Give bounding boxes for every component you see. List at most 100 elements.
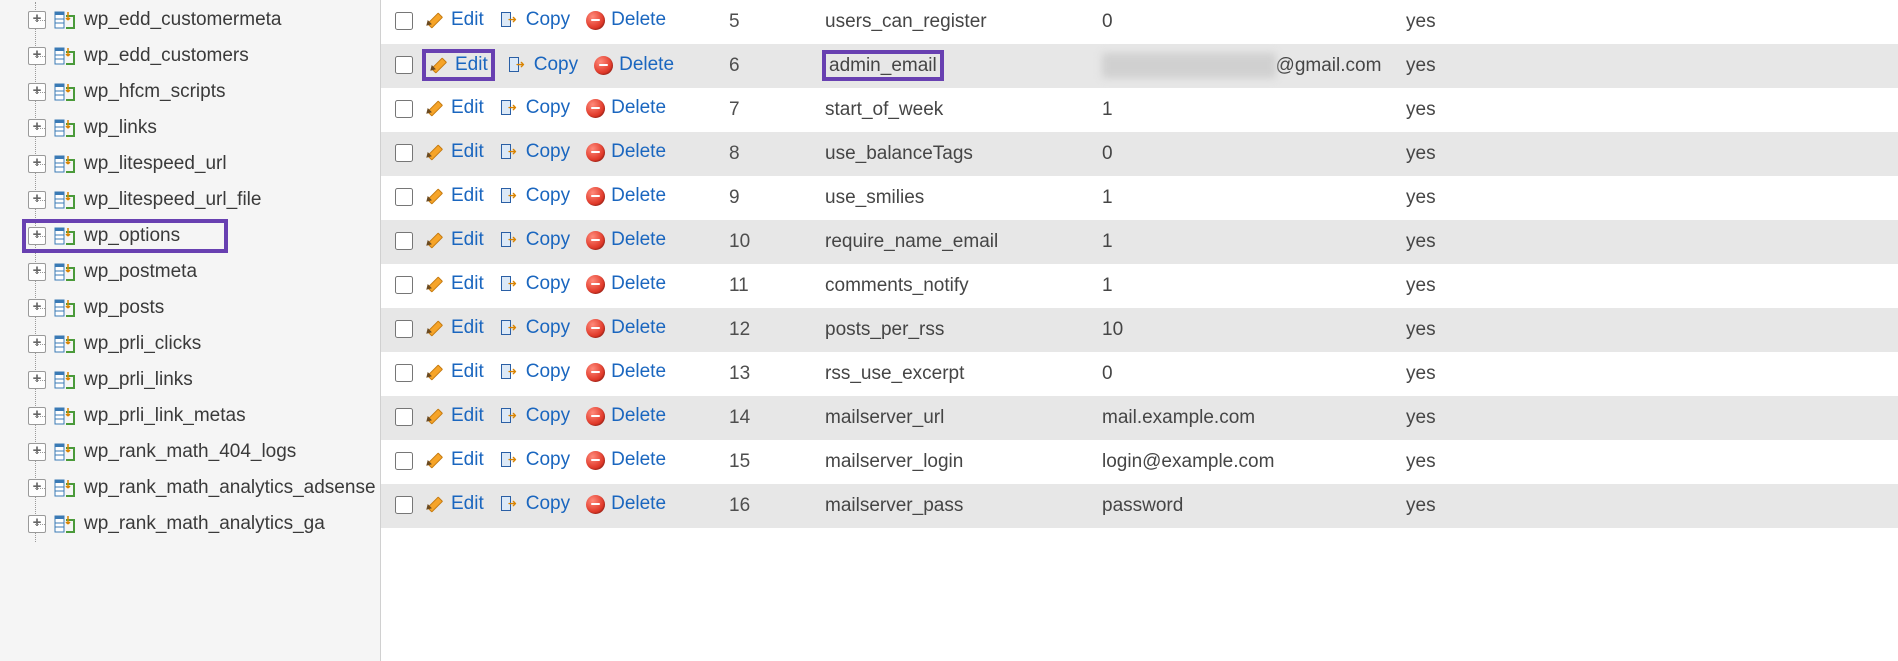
row-checkbox[interactable] (395, 12, 413, 30)
table-name-label: wp_links (84, 117, 157, 139)
copy-button[interactable]: Copy (500, 9, 570, 31)
edit-button[interactable]: Edit (425, 97, 484, 119)
edit-button-label: Edit (451, 9, 484, 31)
table-name-label: wp_posts (84, 297, 164, 319)
row-checkbox[interactable] (395, 56, 413, 74)
copy-icon (500, 406, 520, 426)
delete-button[interactable]: Delete (586, 185, 666, 207)
delete-button[interactable]: Delete (594, 54, 674, 76)
copy-button[interactable]: Copy (500, 141, 570, 163)
row-checkbox[interactable] (395, 320, 413, 338)
delete-button[interactable]: Delete (586, 273, 666, 295)
delete-button[interactable]: Delete (586, 317, 666, 339)
copy-button[interactable]: Copy (508, 54, 578, 76)
edit-button-label: Edit (451, 141, 484, 163)
delete-icon (586, 231, 605, 250)
sidebar-item-wp_rank_math_404_logs[interactable]: +wp_rank_math_404_logs (0, 434, 380, 470)
delete-button[interactable]: Delete (586, 493, 666, 515)
option-id: 7 (729, 88, 825, 132)
sidebar-item-wp_hfcm_scripts[interactable]: +wp_hfcm_scripts (0, 74, 380, 110)
sidebar-item-wp_prli_link_metas[interactable]: +wp_prli_link_metas (0, 398, 380, 434)
copy-button[interactable]: Copy (500, 273, 570, 295)
sidebar-item-wp_litespeed_url[interactable]: +wp_litespeed_url (0, 146, 380, 182)
copy-icon (500, 142, 520, 162)
sidebar-item-wp_posts[interactable]: +wp_posts (0, 290, 380, 326)
delete-button[interactable]: Delete (586, 97, 666, 119)
sidebar-item-wp_prli_clicks[interactable]: +wp_prli_clicks (0, 326, 380, 362)
row-checkbox[interactable] (395, 232, 413, 250)
edit-button[interactable]: Edit (425, 493, 484, 515)
copy-icon (508, 55, 528, 75)
pencil-icon (429, 55, 449, 75)
copy-button[interactable]: Copy (500, 361, 570, 383)
delete-icon (586, 11, 605, 30)
pencil-icon (425, 142, 445, 162)
copy-button[interactable]: Copy (500, 449, 570, 471)
edit-button[interactable]: Edit (425, 449, 484, 471)
delete-button[interactable]: Delete (586, 229, 666, 251)
edit-button[interactable]: Edit (425, 52, 492, 78)
delete-button-label: Delete (611, 449, 666, 471)
row-checkbox[interactable] (395, 144, 413, 162)
delete-button[interactable]: Delete (586, 449, 666, 471)
delete-icon (586, 187, 605, 206)
row-checkbox[interactable] (395, 100, 413, 118)
copy-icon (500, 10, 520, 30)
table-name-label: wp_edd_customermeta (84, 9, 282, 31)
delete-button[interactable]: Delete (586, 141, 666, 163)
delete-button-label: Delete (611, 229, 666, 251)
edit-button-label: Edit (451, 185, 484, 207)
row-checkbox[interactable] (395, 452, 413, 470)
sidebar-item-wp_rank_math_analytics_adsense[interactable]: +wp_rank_math_analytics_adsense (0, 470, 380, 506)
table-icon (54, 334, 76, 354)
sidebar-item-wp_links[interactable]: +wp_links (0, 110, 380, 146)
table-name-label: wp_prli_link_metas (84, 405, 246, 427)
row-checkbox[interactable] (395, 188, 413, 206)
option-value: password (1102, 484, 1406, 528)
edit-button[interactable]: Edit (425, 9, 484, 31)
edit-button[interactable]: Edit (425, 229, 484, 251)
table-icon (54, 46, 76, 66)
edit-button[interactable]: Edit (425, 273, 484, 295)
sidebar-item-wp_edd_customermeta[interactable]: +wp_edd_customermeta (0, 2, 380, 38)
row-checkbox[interactable] (395, 276, 413, 294)
copy-button[interactable]: Copy (500, 493, 570, 515)
table-icon (54, 514, 76, 534)
copy-icon (500, 98, 520, 118)
option-value: 0 (1102, 0, 1406, 44)
sidebar-item-wp_options[interactable]: +wp_options (0, 218, 380, 254)
edit-button-label: Edit (451, 405, 484, 427)
copy-button[interactable]: Copy (500, 229, 570, 251)
edit-button[interactable]: Edit (425, 185, 484, 207)
edit-button[interactable]: Edit (425, 317, 484, 339)
sidebar-item-wp_prli_links[interactable]: +wp_prli_links (0, 362, 380, 398)
copy-button[interactable]: Copy (500, 317, 570, 339)
row-checkbox[interactable] (395, 364, 413, 382)
sidebar-item-wp_litespeed_url_file[interactable]: +wp_litespeed_url_file (0, 182, 380, 218)
delete-button[interactable]: Delete (586, 9, 666, 31)
copy-button-label: Copy (526, 141, 570, 163)
delete-button[interactable]: Delete (586, 361, 666, 383)
edit-button[interactable]: Edit (425, 361, 484, 383)
option-value: 10 (1102, 308, 1406, 352)
table-row: EditCopyDelete7start_of_week1yes (381, 88, 1898, 132)
copy-icon (500, 230, 520, 250)
option-name: start_of_week (825, 88, 1102, 132)
copy-button[interactable]: Copy (500, 405, 570, 427)
option-value: 1 (1102, 88, 1406, 132)
row-checkbox[interactable] (395, 496, 413, 514)
edit-button[interactable]: Edit (425, 141, 484, 163)
sidebar-item-wp_edd_customers[interactable]: +wp_edd_customers (0, 38, 380, 74)
copy-button[interactable]: Copy (500, 185, 570, 207)
copy-button-label: Copy (526, 449, 570, 471)
table-icon (54, 118, 76, 138)
table-row: EditCopyDelete15mailserver_loginlogin@ex… (381, 440, 1898, 484)
option-name: mailserver_url (825, 396, 1102, 440)
delete-button[interactable]: Delete (586, 405, 666, 427)
sidebar-item-wp_rank_math_analytics_ga[interactable]: +wp_rank_math_analytics_ga (0, 506, 380, 542)
row-checkbox[interactable] (395, 408, 413, 426)
edit-button-label: Edit (451, 273, 484, 295)
edit-button[interactable]: Edit (425, 405, 484, 427)
copy-button[interactable]: Copy (500, 97, 570, 119)
sidebar-item-wp_postmeta[interactable]: +wp_postmeta (0, 254, 380, 290)
